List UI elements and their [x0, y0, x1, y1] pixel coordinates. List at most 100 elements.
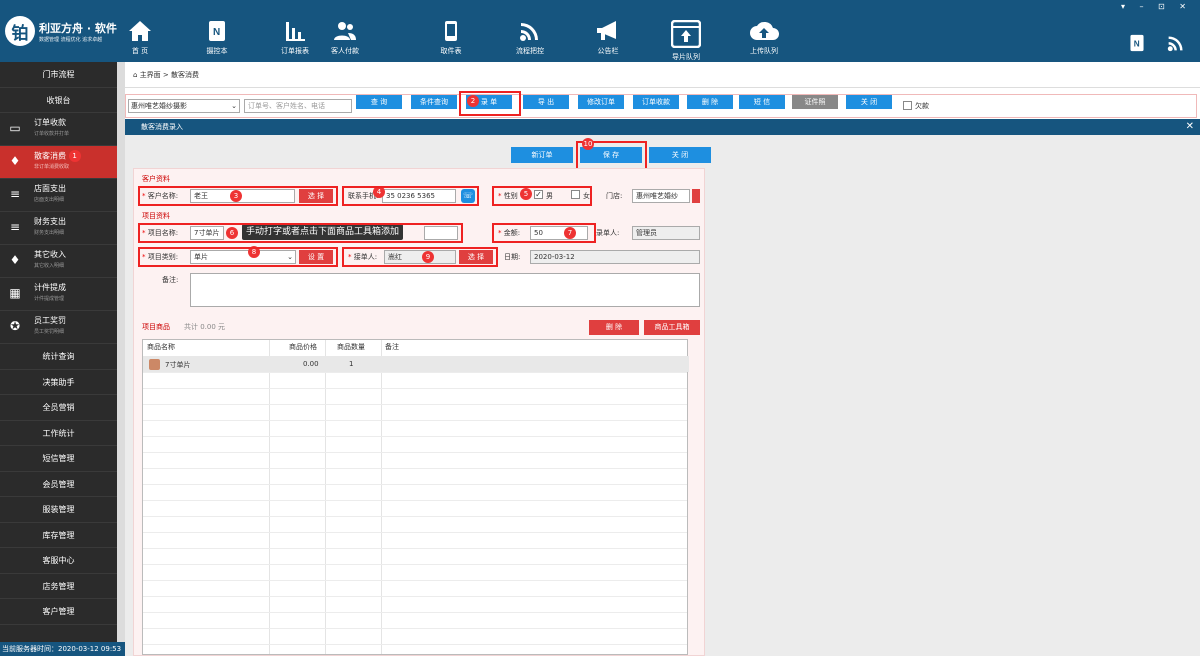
delete-button[interactable]: 删 除: [687, 95, 733, 109]
customer-name-input[interactable]: 老王: [190, 189, 295, 203]
sidebar-item-members[interactable]: 会员管理: [0, 472, 117, 497]
sidebar-item-cashier[interactable]: 收银台: [0, 88, 117, 113]
chevron-down-icon: ⌄: [287, 253, 293, 261]
column-header: 商品价格: [289, 343, 317, 351]
store-dropdown-icon[interactable]: [692, 189, 700, 203]
order-payment-button[interactable]: 订单收款: [633, 95, 679, 109]
item-name-input-tail[interactable]: [424, 226, 458, 240]
arrears-label: 欠款: [915, 102, 929, 110]
delete-goods-button[interactable]: 删 除: [589, 320, 639, 335]
finance-icon: ≡: [9, 220, 21, 234]
item-name-input[interactable]: 7寸单片: [190, 226, 224, 240]
column-header: 商品名称: [147, 343, 175, 351]
signal-icon: [520, 23, 538, 41]
step-badge: 1: [68, 150, 81, 162]
nav-bulletin[interactable]: 公告栏: [578, 20, 638, 56]
logo-icon: 铂: [5, 16, 35, 46]
sidebar-item-store-affairs[interactable]: 店务管理: [0, 574, 117, 599]
top-bar: 铂 利亚方舟 · 软件 数据管理 流程优化 追求卓越 ▾ – ⊡ ✕ 首 页 N…: [0, 0, 1200, 62]
app-name: 利亚方舟 · 软件: [39, 21, 117, 35]
phone-lookup-icon[interactable]: ☏: [461, 189, 475, 203]
dialog-close-button[interactable]: 关 闭: [649, 147, 711, 163]
goods-table: 商品名称 商品价格 商品数量 备注 7寸单片 0.00 1: [142, 339, 689, 655]
sms-button[interactable]: 短 信: [739, 95, 785, 109]
store-select[interactable]: 惠州唯艺婚纱摄影 ⌄: [128, 99, 240, 113]
search-input[interactable]: 订单号、客户姓名、电话: [244, 99, 352, 113]
phone-input[interactable]: 35 0236 5365: [382, 189, 456, 203]
query-button[interactable]: 查 询: [356, 95, 402, 109]
recorder-label: 录单人:: [596, 229, 620, 237]
medal-icon: ✪: [9, 319, 21, 333]
goods-toolbox-button[interactable]: 商品工具箱: [644, 320, 700, 335]
customer-select-button[interactable]: 选 择: [299, 189, 333, 203]
main-area: ⌂ 主界面 > 散客消费 惠州唯艺婚纱摄影 ⌄ 订单号、客户姓名、电话 查 询 条…: [125, 62, 1200, 656]
income-icon: ♦: [9, 253, 21, 267]
date-label: 日期:: [504, 253, 521, 261]
item-label: 项目名称:: [147, 229, 179, 237]
breadcrumb: ⌂ 主界面 > 散客消费: [125, 62, 1200, 88]
svg-text:N: N: [213, 27, 220, 38]
arrears-checkbox[interactable]: [903, 101, 912, 110]
sidebar-item-marketing[interactable]: 全员营销: [0, 395, 117, 421]
id-photo-button[interactable]: 证件照: [792, 95, 838, 109]
goods-total: 共计 0.00 元: [184, 323, 226, 331]
sidebar-item-work-stats[interactable]: 工作统计: [0, 421, 117, 446]
signal-icon[interactable]: [1166, 34, 1186, 52]
nav-upload-queue[interactable]: 上传队列: [734, 20, 794, 56]
nav-pickup[interactable]: 取件表: [421, 20, 481, 56]
sidebar-item-order-payment[interactable]: ▭ 订单收款 订单收款并打单: [0, 113, 117, 146]
nav-notebook[interactable]: N 摄控本: [187, 20, 247, 56]
dialog-title: 散客消费录入: [141, 123, 183, 131]
close-icon[interactable]: ✕: [1186, 119, 1194, 135]
export-icon: [671, 20, 701, 48]
female-checkbox[interactable]: [571, 190, 580, 199]
gender-label: 性别: [503, 192, 518, 200]
new-order-button[interactable]: 新订单: [511, 147, 573, 163]
entry-form: 客户资料 * 客户名称: 老王 3 选 择 联系手机: 35 0236 5365…: [133, 168, 705, 656]
advanced-query-button[interactable]: 条件查询: [411, 95, 457, 109]
amount-input[interactable]: 50: [530, 226, 588, 240]
sidebar-item-clothing[interactable]: 服装管理: [0, 497, 117, 523]
nav-process-control[interactable]: 流程把控: [500, 20, 560, 56]
sidebar-item-piecework[interactable]: ▦ 计件提成 计件提成管理: [0, 278, 117, 311]
svg-text:N: N: [1134, 39, 1140, 48]
male-checkbox[interactable]: ✓: [534, 190, 543, 199]
input-hint-tooltip: 手动打字或者点击下面商品工具箱添加: [242, 224, 404, 240]
chevron-down-icon: ⌄: [231, 102, 237, 110]
home-icon[interactable]: ⌂: [133, 71, 137, 79]
sidebar-item-staff-reward[interactable]: ✪ 员工奖罚 员工奖罚明细: [0, 311, 117, 344]
sidebar-splitter[interactable]: [117, 62, 125, 656]
sidebar-item-store-expense[interactable]: ≡ 店面支出 店面支出明细: [0, 179, 117, 212]
table-row[interactable]: 7寸单片 0.00 1: [143, 356, 689, 372]
sidebar-item-inventory[interactable]: 库存管理: [0, 523, 117, 548]
male-label: 男: [546, 192, 553, 200]
store-select[interactable]: 惠州唯艺婚纱: [632, 189, 690, 203]
receiver-select-button[interactable]: 选 择: [459, 250, 493, 264]
edit-order-button[interactable]: 修改订单: [578, 95, 624, 109]
close-button[interactable]: 关 闭: [846, 95, 892, 109]
sidebar-item-decision[interactable]: 决策助手: [0, 370, 117, 395]
sidebar-item-other-income[interactable]: ♦ 其它收入 其它收入明细: [0, 245, 117, 278]
type-label: 项目类别:: [147, 253, 179, 261]
receiver-input: 嵩红: [384, 250, 456, 264]
sidebar-item-customers[interactable]: 客户管理: [0, 599, 117, 625]
export-button[interactable]: 导 出: [523, 95, 569, 109]
sidebar-item-finance-expense[interactable]: ≡ 财务支出 财务支出明细: [0, 212, 117, 245]
notebook-icon[interactable]: N: [1128, 34, 1146, 52]
window-controls[interactable]: ▾ – ⊡ ✕: [1121, 2, 1192, 11]
sidebar-item-walkin-consumption[interactable]: ♦ 散客消费 1 非订单消费收取: [0, 146, 117, 179]
type-select[interactable]: 单片 ⌄: [190, 250, 296, 264]
date-input[interactable]: 2020-03-12: [530, 250, 700, 264]
sidebar-item-sms[interactable]: 短信管理: [0, 446, 117, 472]
nav-customer-payment[interactable]: 客人付款: [315, 20, 375, 56]
nav-home[interactable]: 首 页: [110, 20, 170, 56]
step-badge: 5: [520, 188, 532, 200]
step-badge: 8: [248, 246, 260, 258]
nav-export-queue[interactable]: 导片队列: [656, 20, 716, 62]
goods-section-title: 项目商品: [142, 323, 170, 331]
type-set-button[interactable]: 设 置: [299, 250, 333, 264]
note-textarea[interactable]: [190, 273, 700, 307]
sidebar-item-stats[interactable]: 统计查询: [0, 344, 117, 370]
sidebar-item-service[interactable]: 客服中心: [0, 548, 117, 574]
sidebar-item-store-process[interactable]: 门市流程: [0, 62, 117, 88]
